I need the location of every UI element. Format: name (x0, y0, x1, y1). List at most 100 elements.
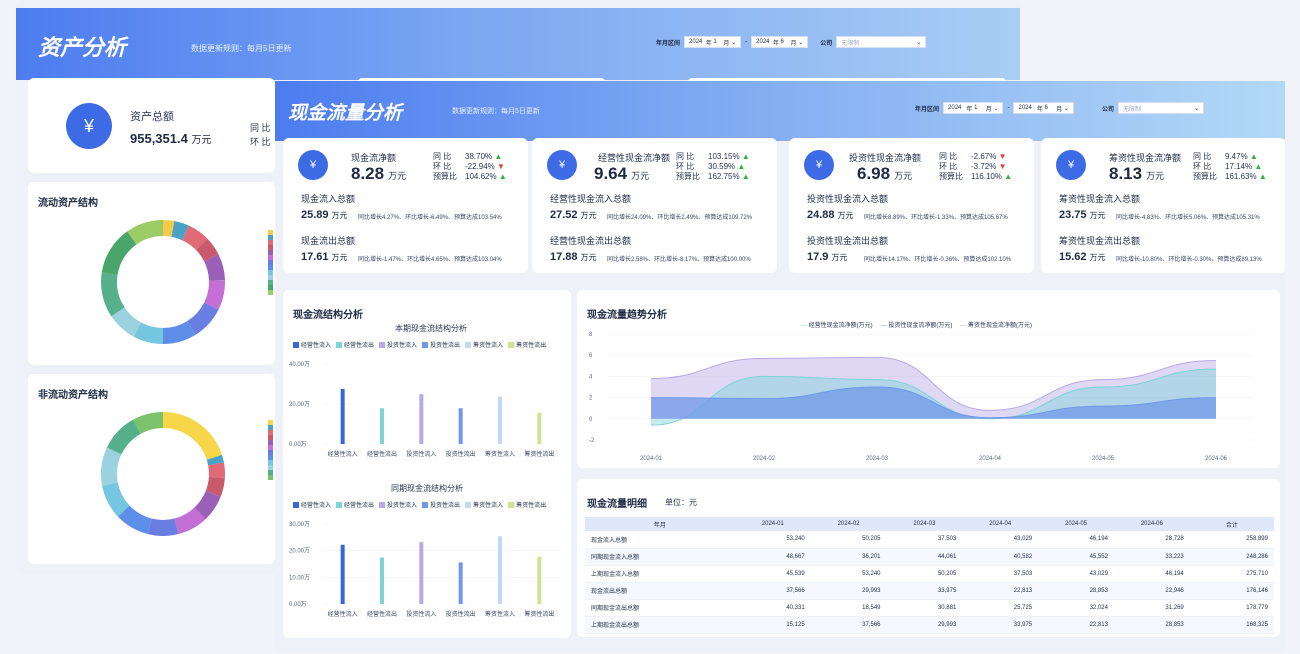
legend-swatch (379, 341, 386, 348)
range-separator: - (1007, 105, 1010, 111)
end-year-select[interactable]: 2024 年 6 月 ⌄ (751, 36, 809, 48)
asset-page-title: 资产分析 (38, 35, 127, 60)
document-icon: ¥ (547, 150, 577, 180)
table-cell: 29,993 (886, 616, 963, 634)
inflow-label: 投资性现金流入总额 (807, 194, 889, 204)
column-header[interactable]: 2024-02 (810, 517, 887, 531)
legend-label: 投资性流入 (387, 343, 418, 349)
end-year-select[interactable]: 2024 年 6 月 ⌄ (1013, 102, 1074, 114)
company-label: 公司 (820, 40, 833, 47)
x-tick-label: 经营性流入 (328, 450, 358, 458)
table-cell: 33,975 (962, 616, 1039, 634)
legend-swatch (336, 501, 343, 508)
donut-slice (195, 238, 219, 262)
legend-swatch (268, 290, 273, 295)
clipboard-icon: ¥ (804, 150, 834, 180)
arrow-down-icon: ▼ (996, 162, 1007, 171)
column-header[interactable]: 年月 (585, 517, 735, 531)
legend-item: 投资性流入 (379, 500, 417, 509)
bar (340, 388, 345, 444)
table-cell: 43,029 (1038, 565, 1114, 583)
bar (537, 412, 542, 444)
outflow-value: 15.62 万元 (1059, 251, 1106, 263)
table-cell: 30,881 (886, 599, 963, 617)
compare-value: -2.67% ▼ (971, 152, 1017, 162)
company-placeholder: 无限制 (1122, 106, 1141, 113)
cashflow-structure-panel: 现金流结构分析 本期现金流结构分析 经营性流入 经营性流出 投资性流入 投资性流出 筹资… (283, 290, 571, 638)
table-row: 同期现金流入总额 48,667 36,201 44,061 40,582 45,552 33… (585, 548, 1274, 566)
compare-label: 环 比 (939, 162, 958, 171)
column-header[interactable]: 2024-04 (962, 517, 1039, 531)
donut-slice (204, 280, 225, 310)
table-cell: 28,853 (1038, 582, 1114, 600)
current-assets-panel: 流动资产结构 (28, 182, 275, 365)
inflow-number: 24.88 (807, 209, 835, 221)
donut-slice (101, 231, 137, 276)
x-tick-label: 2024-04 (979, 456, 1002, 462)
chevron-down-icon: ⌄ (993, 105, 999, 112)
column-header[interactable]: 2024-05 (1038, 517, 1114, 531)
y-tick-label: 20.00万 (289, 548, 310, 555)
kpi-name: 筹资性现金流净额 (1109, 153, 1182, 163)
start-year-select[interactable]: 2024 年 1 月 ⌄ (943, 102, 1004, 114)
start-month-value: 1 (713, 39, 717, 45)
column-header[interactable]: 合计 (1189, 517, 1274, 531)
company-select[interactable]: 无限制 ⌄ (836, 36, 927, 48)
company-select[interactable]: 无限制 ⌄ (1117, 102, 1204, 114)
year-unit: 年 (966, 106, 973, 113)
start-year-select[interactable]: 2024 年 1 月 ⌄ (684, 36, 742, 48)
compare-value: 103.15% ▲ (708, 152, 754, 162)
outflow-label: 现金流出总额 (301, 236, 356, 246)
table-cell: 22,813 (1038, 616, 1114, 634)
compare-value: 161.63% ▲ (1225, 172, 1271, 182)
compare-row: 预算比 116.10% ▲ (939, 172, 1017, 182)
arrow-up-icon: ▲ (1252, 162, 1263, 171)
compare-number: -3.72% (971, 162, 997, 171)
total-assets-number: 955,351.4 (130, 131, 188, 146)
compare-row: 环 比 30.59% ▲ (676, 162, 754, 172)
column-header[interactable]: 2024-03 (886, 517, 963, 531)
table-cell: 178,779 (1189, 599, 1274, 617)
kpi-number: 8.13 (1109, 164, 1143, 183)
legend-item: 筹资性流入 (465, 500, 503, 509)
outflow-unit: 万元 (1089, 253, 1106, 262)
column-header[interactable]: 2024-01 (734, 517, 811, 531)
legend-label: 经营性流入 (301, 343, 332, 349)
compare-number: 161.63% (1225, 172, 1257, 181)
range-separator: - (745, 39, 748, 45)
table-cell: 53,240 (810, 565, 887, 583)
date-range-label: 年月区间 (656, 40, 681, 47)
current-structure-legend: 经营性流入 经营性流出 投资性流入 投资性流出 筹资性流入 筹资性流出 (293, 340, 546, 349)
chevron-down-icon: ⌄ (916, 39, 922, 46)
compare-row: 同 比 38.70% ▲ (433, 152, 511, 162)
end-year-value: 2024 (756, 39, 770, 45)
year-unit: 年 (772, 40, 779, 47)
bar (419, 542, 424, 604)
current-assets-title: 流动资产结构 (38, 198, 98, 209)
x-tick-label: 经营性流出 (367, 450, 397, 458)
x-tick-label: 经营性流出 (367, 610, 397, 618)
table-cell: 15,125 (734, 616, 811, 634)
legend-item: 投资性流出 (422, 340, 460, 349)
outflow-label: 筹资性现金流出总额 (1059, 236, 1141, 246)
donut-slice (117, 505, 152, 535)
legend-label: 经营性流出 (344, 343, 375, 349)
compare-row: 同 比 103.15% ▲ (676, 152, 754, 162)
legend-swatch (336, 341, 343, 348)
total-assets-card: ¥ 资产总额 955,351.4 万元 同 比环 比 (28, 78, 275, 173)
table-row: 同期现金流出总额 40,331 18,549 30,881 25,725 32,024 31… (585, 599, 1274, 617)
prior-structure-bar-chart: 30.00万 20.00万 10.00万 0.00万经营性流入 经营性流出 投资性流入 投资… (289, 521, 559, 618)
table-cell: 22,813 (962, 582, 1039, 600)
yoy-label: 同 比 (250, 123, 271, 133)
x-tick-label: 筹资性流入 (485, 450, 515, 458)
column-header[interactable]: 2024-06 (1113, 517, 1190, 531)
cashflow-update-rule: 数据更新规则：每月5日更新 (452, 108, 540, 115)
money-bag-icon: ¥ (66, 103, 112, 149)
table-cell: 现金流入总额 (585, 531, 735, 549)
kpi-number: 6.98 (857, 164, 891, 183)
donut-slice (133, 322, 164, 344)
y-tick-label: 30.00万 (289, 521, 310, 528)
cashflow-detail-table: 年月 2024-01 2024-02 2024-03 2024-04 2024-05 202… (585, 517, 1274, 634)
noncurrent-assets-donut-chart (101, 412, 225, 536)
donut-slice (162, 320, 196, 344)
